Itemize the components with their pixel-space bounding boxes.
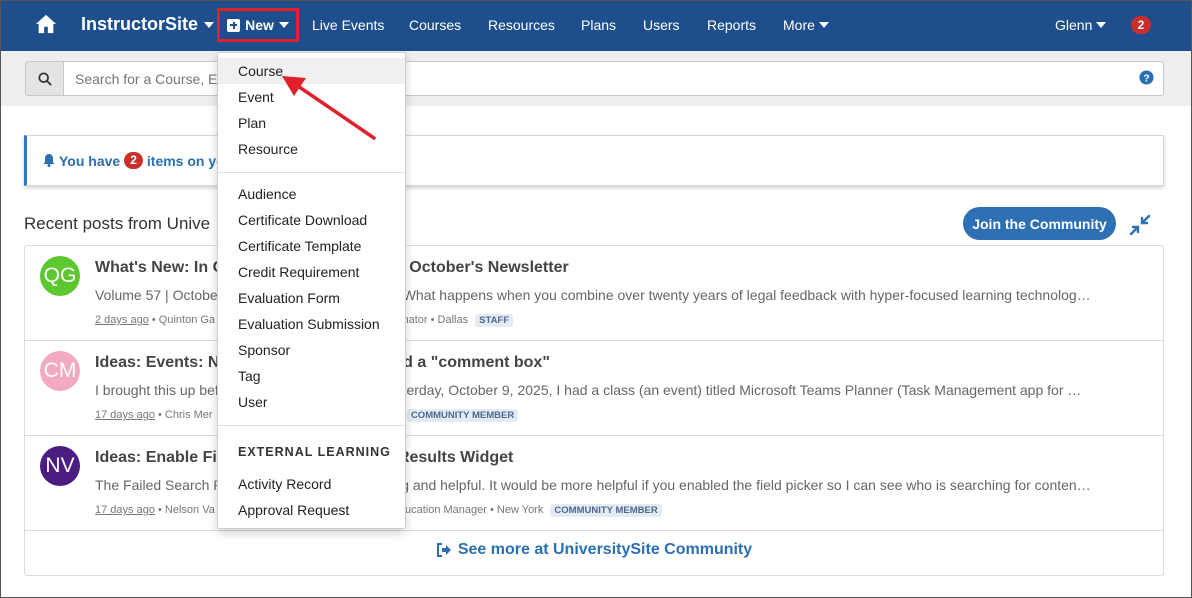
menu-item-evaluation-form[interactable]: Evaluation Form bbox=[218, 285, 405, 311]
post-item[interactable]: QG What's New: In C 's October's Newslett… bbox=[25, 246, 1163, 341]
menu-divider bbox=[218, 425, 405, 426]
post-time-link[interactable]: 17 days ago bbox=[95, 409, 155, 421]
role-badge: COMMUNITY MEMBER bbox=[406, 409, 519, 422]
join-community-button[interactable]: Join the Community bbox=[963, 207, 1116, 240]
community-posts-list: QG What's New: In C 's October's Newslett… bbox=[24, 245, 1164, 576]
nav-live-events[interactable]: Live Events bbox=[312, 17, 384, 33]
menu-item-certificate-download[interactable]: Certificate Download bbox=[218, 207, 405, 233]
nav-resources[interactable]: Resources bbox=[488, 17, 555, 33]
search-button[interactable] bbox=[25, 61, 64, 96]
menu-item-certificate-template[interactable]: Certificate Template bbox=[218, 233, 405, 259]
post-excerpt-start: Volume 57 | Octobe bbox=[95, 287, 218, 303]
search-icon bbox=[38, 72, 52, 86]
menu-section-header: EXTERNAL LEARNING bbox=[238, 445, 391, 459]
user-name: Glenn bbox=[1055, 17, 1093, 33]
plus-square-icon bbox=[227, 18, 241, 32]
notification-alert: You have 2 items on you bbox=[24, 135, 1164, 186]
post-time-link[interactable]: 17 days ago bbox=[95, 504, 155, 516]
chevron-down-icon bbox=[278, 22, 289, 28]
post-item[interactable]: CM Ideas: Events: Ne nd a "comment box" I… bbox=[25, 341, 1163, 436]
menu-item-evaluation-submission[interactable]: Evaluation Submission bbox=[218, 311, 405, 337]
alert-count-badge: 2 bbox=[124, 152, 143, 169]
post-excerpt-end: ng and helpful. It would be more helpful… bbox=[393, 477, 1091, 493]
post-author-start: • Nelson Va bbox=[158, 504, 215, 516]
post-title-start: Ideas: Enable Fie bbox=[95, 449, 226, 466]
post-author-start: • Quinton Ga bbox=[151, 314, 216, 326]
help-icon[interactable]: ? bbox=[1139, 70, 1154, 85]
avatar: NV bbox=[40, 446, 80, 486]
brand-name: InstructorSite bbox=[81, 14, 199, 34]
nav-more-label: More bbox=[783, 17, 815, 33]
see-more-link[interactable]: See more at UniversitySite Community bbox=[25, 541, 1163, 559]
alert-message[interactable]: You have 2 items on you bbox=[43, 152, 233, 169]
community-section-title: Recent posts from Unive bbox=[24, 214, 211, 233]
sign-out-icon bbox=[436, 543, 451, 557]
nav-users[interactable]: Users bbox=[643, 17, 680, 33]
search-bar-area: ? bbox=[0, 51, 1192, 106]
svg-text:?: ? bbox=[1143, 73, 1149, 84]
post-title-start: Ideas: Events: Ne bbox=[95, 354, 229, 371]
menu-item-credit-requirement[interactable]: Credit Requirement bbox=[218, 259, 405, 285]
menu-item-approval-request[interactable]: Approval Request bbox=[218, 497, 405, 523]
new-menu-label: New bbox=[245, 17, 274, 33]
role-badge: COMMUNITY MEMBER bbox=[550, 504, 662, 517]
post-item[interactable]: NV Ideas: Enable Fie h Results Widget The… bbox=[25, 436, 1163, 531]
chevron-down-icon bbox=[1096, 22, 1107, 28]
see-more-label: See more at UniversitySite Community bbox=[457, 541, 753, 558]
post-title-start: What's New: In C bbox=[95, 259, 225, 276]
home-icon[interactable] bbox=[35, 13, 57, 35]
new-menu-button[interactable]: New bbox=[217, 8, 299, 42]
menu-item-sponsor[interactable]: Sponsor bbox=[218, 337, 405, 363]
compress-icon[interactable] bbox=[1128, 213, 1152, 237]
nav-reports[interactable]: Reports bbox=[707, 17, 756, 33]
nav-courses[interactable]: Courses bbox=[409, 17, 461, 33]
post-title-end: 's October's Newsletter bbox=[392, 259, 569, 276]
menu-item-user[interactable]: User bbox=[218, 389, 405, 415]
post-author-start: • Chris Mer bbox=[158, 409, 213, 421]
annotation-arrow-icon bbox=[282, 76, 376, 140]
bell-icon bbox=[43, 154, 55, 167]
chevron-down-icon bbox=[204, 21, 215, 28]
chevron-down-icon bbox=[818, 22, 829, 28]
menu-divider bbox=[218, 172, 405, 173]
avatar: CM bbox=[40, 351, 80, 391]
post-excerpt-end: What happens when you combine over twent… bbox=[402, 287, 1091, 303]
nav-more[interactable]: More bbox=[783, 17, 829, 33]
user-menu[interactable]: Glenn bbox=[1055, 17, 1107, 33]
post-excerpt-end: esterday, October 9, 2025, I had a class… bbox=[387, 382, 1082, 398]
post-excerpt-start: I brought this up bef bbox=[95, 382, 219, 398]
menu-item-audience[interactable]: Audience bbox=[218, 181, 405, 207]
menu-item-activity-record[interactable]: Activity Record bbox=[218, 471, 405, 497]
role-badge: STAFF bbox=[475, 314, 514, 327]
post-time-link[interactable]: 2 days ago bbox=[95, 314, 149, 326]
menu-item-tag[interactable]: Tag bbox=[218, 363, 405, 389]
alert-prefix: You have bbox=[59, 152, 121, 169]
brand-menu[interactable]: InstructorSite bbox=[81, 14, 215, 35]
avatar: QG bbox=[40, 256, 80, 296]
post-excerpt-start: The Failed Search R bbox=[95, 477, 224, 493]
nav-plans[interactable]: Plans bbox=[581, 17, 616, 33]
top-navbar: InstructorSite New Live Events Courses R… bbox=[0, 0, 1192, 51]
notification-badge[interactable]: 2 bbox=[1131, 16, 1151, 34]
post-title-end: nd a "comment box" bbox=[393, 354, 550, 371]
